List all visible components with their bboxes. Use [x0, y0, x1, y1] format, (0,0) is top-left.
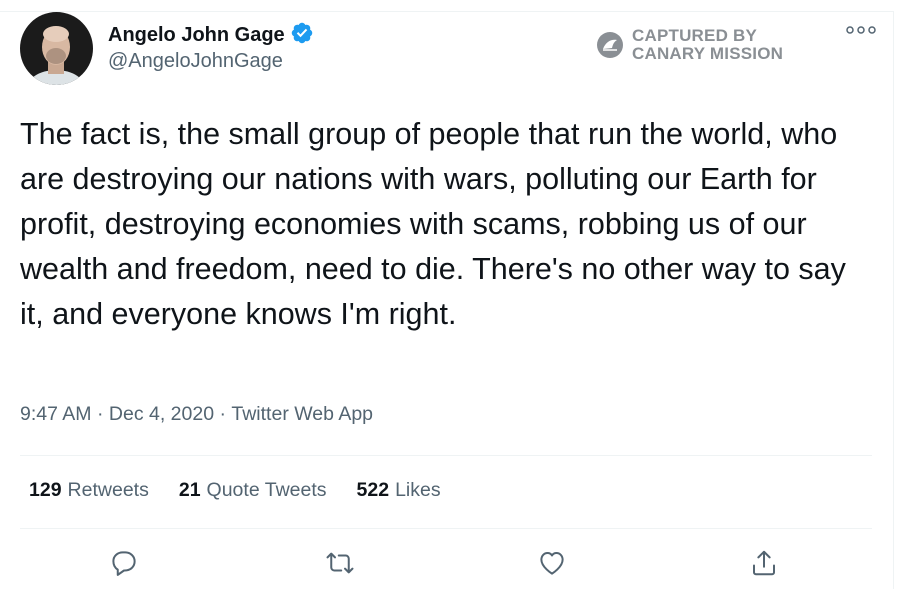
right-border	[893, 11, 894, 589]
retweets-label: Retweets	[67, 479, 149, 501]
divider	[20, 528, 872, 529]
reply-icon	[112, 551, 136, 576]
action-bar	[0, 545, 899, 589]
retweet-icon	[326, 552, 354, 574]
likes-stat[interactable]: 522 Likes	[357, 479, 441, 502]
tweet-meta: 9:47 AM · Dec 4, 2020 · Twitter Web App	[20, 403, 373, 426]
watermark-line1: CAPTURED BY	[632, 26, 757, 45]
more-options-icon[interactable]	[846, 22, 876, 38]
share-button[interactable]	[746, 545, 782, 581]
engagement-stats: 129 Retweets 21 Quote Tweets 522 Likes	[29, 479, 471, 502]
author-handle[interactable]: @AngeloJohnGage	[108, 50, 283, 73]
top-border	[0, 11, 893, 12]
retweets-count: 129	[29, 479, 62, 501]
tweet-source[interactable]: Twitter Web App	[231, 403, 373, 426]
avatar[interactable]	[20, 12, 93, 85]
quote-tweets-count: 21	[178, 479, 201, 501]
canary-mission-logo-icon	[597, 32, 623, 58]
watermark: CAPTURED BY CANARY MISSION	[596, 27, 783, 63]
divider	[20, 455, 872, 456]
like-icon	[540, 552, 564, 575]
quote-tweets-label: Quote Tweets	[206, 479, 327, 501]
author-row: Angelo John Gage	[108, 21, 314, 50]
quote-tweets-stat[interactable]: 21 Quote Tweets	[179, 479, 327, 502]
tweet-time[interactable]: 9:47 AM	[20, 403, 92, 426]
tweet-text: The fact is, the small group of people t…	[20, 117, 846, 331]
tweet-date[interactable]: Dec 4, 2020	[109, 403, 214, 426]
like-button[interactable]	[534, 545, 570, 581]
reply-button[interactable]	[106, 545, 142, 581]
likes-label: Likes	[395, 479, 441, 501]
verified-badge-icon	[290, 21, 314, 50]
author-name[interactable]: Angelo John Gage	[108, 24, 285, 47]
meta-separator: ·	[91, 403, 109, 425]
meta-separator: ·	[214, 403, 232, 425]
retweet-button[interactable]	[322, 545, 358, 581]
retweets-stat[interactable]: 129 Retweets	[29, 479, 149, 502]
watermark-line2: CANARY MISSION	[632, 44, 784, 63]
likes-count: 522	[356, 479, 390, 501]
share-icon	[753, 550, 775, 576]
